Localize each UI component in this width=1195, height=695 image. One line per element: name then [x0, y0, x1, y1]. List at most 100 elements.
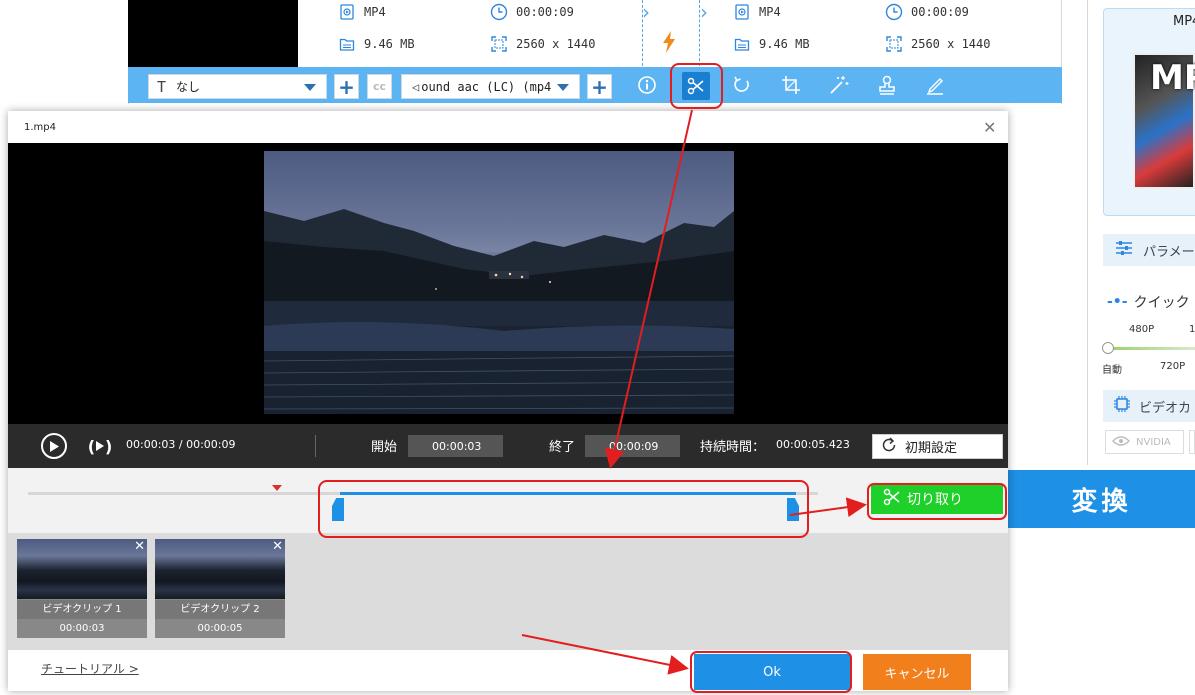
- video-file-icon: [733, 3, 751, 21]
- lightning-icon: [662, 31, 676, 58]
- quick-settings-icon: -•-: [1107, 294, 1128, 310]
- clip-thumbnail: [155, 539, 285, 599]
- output-resolution: 2560 x 1440: [885, 35, 990, 53]
- trim-start-handle[interactable]: [332, 498, 344, 521]
- ok-button[interactable]: Ok: [694, 654, 850, 690]
- amd-option[interactable]: [1189, 430, 1195, 454]
- trim-end-handle[interactable]: [787, 498, 799, 521]
- scissors-icon[interactable]: [682, 72, 710, 100]
- output-size: 9.46 MB: [733, 35, 810, 53]
- output-format-label: MP4: [1173, 14, 1195, 29]
- step-forward-button[interactable]: (): [87, 433, 113, 459]
- rotate-icon[interactable]: [729, 72, 755, 98]
- source-duration-value: 00:00:09: [516, 5, 574, 19]
- nvidia-option[interactable]: NVIDIA: [1105, 430, 1184, 454]
- source-duration: 00:00:09: [490, 3, 574, 21]
- cancel-button[interactable]: キャンセル: [863, 654, 971, 690]
- playhead-marker[interactable]: [272, 485, 282, 491]
- dropdown-caret-icon: [304, 84, 316, 91]
- selection-range: [340, 492, 796, 495]
- landscape-scene: [264, 209, 734, 414]
- folder-icon: [733, 35, 751, 53]
- output-format-value: MP4: [759, 5, 781, 19]
- subtitle-edit-icon[interactable]: [922, 72, 948, 98]
- dropdown-caret-icon: [557, 84, 569, 91]
- source-format: MP4: [338, 3, 386, 21]
- trim-timeline: 切り取り: [8, 468, 1008, 533]
- start-time-input[interactable]: 00:00:03: [408, 435, 503, 457]
- video-thumbnail[interactable]: [128, 0, 298, 67]
- convert-button[interactable]: 変換: [1008, 470, 1195, 528]
- current-time: 00:00:03 / 00:00:09: [126, 438, 236, 451]
- clip-thumbnail: [17, 539, 147, 599]
- quick-settings-label: クイック: [1133, 295, 1190, 311]
- clip-item[interactable]: ✕ ビデオクリップ 1 00:00:03: [17, 539, 147, 638]
- nvidia-eye-icon: [1112, 435, 1130, 450]
- text-icon: T: [157, 77, 167, 96]
- quick-settings-heading: -•- クイック: [1107, 292, 1190, 312]
- reset-button[interactable]: 初期設定: [872, 434, 1003, 459]
- reset-label: 初期設定: [905, 441, 958, 456]
- cc-icon[interactable]: cc: [367, 74, 392, 99]
- end-label: 終了: [549, 440, 576, 455]
- output-duration: 00:00:09: [885, 3, 969, 21]
- clock-icon: [490, 3, 508, 21]
- quality-slider-track[interactable]: [1110, 347, 1195, 350]
- audio-track-select[interactable]: ◁ ound aac (LC) (mp4: [401, 74, 580, 99]
- end-time-input[interactable]: 00:00:09: [585, 435, 680, 457]
- info-icon[interactable]: [634, 72, 660, 98]
- dialog-footer: チュートリアル > Ok キャンセル: [8, 650, 1008, 691]
- crop-icon[interactable]: [778, 72, 804, 98]
- close-icon[interactable]: ✕: [134, 539, 145, 554]
- cut-label: 切り取り: [907, 492, 963, 508]
- cut-button[interactable]: 切り取り: [871, 484, 1003, 514]
- output-size-value: 9.46 MB: [759, 37, 810, 51]
- duration-label: 持続時間：: [700, 440, 766, 455]
- chip-icon: [1113, 395, 1131, 417]
- resolution-icon: [490, 35, 508, 53]
- clock-icon: [885, 3, 903, 21]
- close-icon[interactable]: ✕: [983, 118, 996, 137]
- duration-value: 00:00:05.423: [776, 438, 850, 451]
- clip-duration: 00:00:05: [155, 619, 285, 638]
- quality-slider-handle[interactable]: [1102, 342, 1114, 354]
- source-size-value: 9.46 MB: [364, 37, 415, 51]
- close-icon[interactable]: ✕: [272, 539, 283, 554]
- gpu-acceleration-heading: ビデオカ: [1103, 390, 1195, 422]
- clip-name: ビデオクリップ 2: [155, 600, 285, 619]
- gpu-acceleration-label: ビデオカ: [1139, 400, 1192, 416]
- quality-tick-auto: 自動: [1102, 365, 1122, 376]
- subtitle-select-value: なし: [176, 80, 201, 94]
- play-button[interactable]: [41, 433, 67, 459]
- quality-tick-480p: 480P: [1129, 324, 1155, 335]
- quality-tick-720p: 720P: [1160, 361, 1186, 372]
- scissors-icon: [883, 488, 901, 510]
- dialog-title: 1.mp4: [24, 122, 56, 133]
- tutorial-link[interactable]: チュートリアル >: [41, 660, 139, 677]
- parameter-settings-button[interactable]: パラメー: [1103, 234, 1195, 266]
- sliders-icon: [1115, 240, 1133, 260]
- add-subtitle-button[interactable]: +: [334, 74, 359, 99]
- watermark-stamp-icon[interactable]: [874, 72, 900, 98]
- video-preview: [8, 143, 1008, 424]
- cut-dialog: 1.mp4 ✕ () 00:00:03 / 00:00:09 開始 00:00:…: [8, 111, 1008, 691]
- clip-duration: 00:00:03: [17, 619, 147, 638]
- nvidia-label: NVIDIA: [1136, 436, 1171, 448]
- chevron-right-icon: ›: [642, 0, 650, 24]
- output-duration-value: 00:00:09: [911, 5, 969, 19]
- clip-item[interactable]: ✕ ビデオクリップ 2 00:00:05: [155, 539, 285, 638]
- output-resolution-value: 2560 x 1440: [911, 37, 991, 51]
- effects-wand-icon[interactable]: [826, 72, 852, 98]
- subtitle-select[interactable]: T なし: [148, 74, 327, 99]
- video-frame: [264, 151, 734, 414]
- clip-list: ✕ ビデオクリップ 1 00:00:03 ✕ ビデオクリップ 2 00:00:0…: [8, 533, 1008, 650]
- video-file-icon: [338, 3, 356, 21]
- quality-tick-1080p: 1: [1189, 324, 1195, 335]
- source-size: 9.46 MB: [338, 35, 415, 53]
- add-audio-button[interactable]: +: [587, 74, 612, 99]
- audio-track-select-value: ound aac (LC) (mp4: [421, 79, 552, 94]
- resolution-icon: [885, 35, 903, 53]
- parameter-settings-label: パラメー: [1143, 244, 1195, 260]
- clip-name: ビデオクリップ 1: [17, 600, 147, 619]
- source-resolution: 2560 x 1440: [490, 35, 595, 53]
